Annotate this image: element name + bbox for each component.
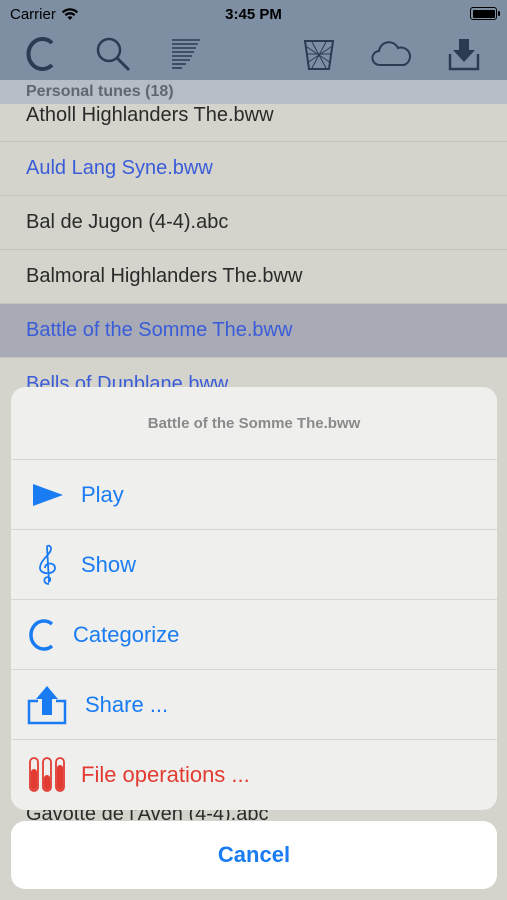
file-operations-action[interactable]: File operations ... <box>11 740 497 810</box>
categorize-label: Categorize <box>73 621 180 647</box>
search-icon <box>96 37 131 72</box>
list-item-selected[interactable]: Battle of the Somme The.bww <box>0 304 507 358</box>
share-icon <box>27 685 67 724</box>
categorize-action[interactable]: Categorize <box>11 600 497 670</box>
section-header: Personal tunes (18) <box>0 80 507 104</box>
battery-icon <box>470 7 500 20</box>
trash-icon <box>303 40 335 70</box>
clock: 3:45 PM <box>225 6 282 23</box>
trash-button[interactable] <box>296 32 342 76</box>
list-item-label: Bal de Jugon (4-4).abc <box>26 211 229 233</box>
list-icon <box>172 39 200 69</box>
list-item-label: Atholl Highlanders The.bww <box>26 104 274 126</box>
list-item[interactable]: Balmoral Highlanders The.bww <box>0 250 507 304</box>
show-action[interactable]: Show <box>11 530 497 600</box>
share-action[interactable]: Share ... <box>11 670 497 740</box>
file-operations-icon <box>29 757 65 792</box>
action-sheet: Battle of the Somme The.bww Play Show Ca… <box>11 387 497 810</box>
show-label: Show <box>81 551 137 577</box>
status-bar: Carrier 3:45 PM <box>0 0 507 28</box>
list-item-partial[interactable]: Bells of Dunblane.bww <box>26 370 228 387</box>
play-icon <box>33 483 63 506</box>
share-label: Share ... <box>85 691 169 717</box>
cloud-icon <box>371 41 411 66</box>
search-button[interactable] <box>90 32 136 76</box>
list-button[interactable] <box>162 32 208 76</box>
list-item-label: Auld Lang Syne.bww <box>26 157 213 179</box>
cancel-button[interactable]: Cancel <box>11 821 497 889</box>
file-operations-label: File operations ... <box>81 762 250 787</box>
tune-list: Atholl Highlanders The.bww Auld Lang Syn… <box>0 104 507 358</box>
list-item[interactable]: Bal de Jugon (4-4).abc <box>0 196 507 250</box>
list-item[interactable]: Atholl Highlanders The.bww <box>0 104 507 142</box>
download-button[interactable] <box>441 32 487 76</box>
categorize-icon <box>26 37 54 71</box>
action-sheet-title: Battle of the Somme The.bww <box>11 387 497 460</box>
toolbar <box>0 28 507 80</box>
play-action[interactable]: Play <box>11 460 497 530</box>
play-label: Play <box>81 481 124 507</box>
treble-clef-icon <box>39 544 56 585</box>
list-item[interactable]: Auld Lang Syne.bww <box>0 142 507 196</box>
download-icon <box>448 39 480 71</box>
list-item-label: Battle of the Somme The.bww <box>26 319 293 341</box>
categorize-button[interactable] <box>18 32 64 76</box>
list-item-label: Balmoral Highlanders The.bww <box>26 265 303 287</box>
categorize-icon <box>29 618 54 651</box>
cloud-button[interactable] <box>368 32 414 76</box>
